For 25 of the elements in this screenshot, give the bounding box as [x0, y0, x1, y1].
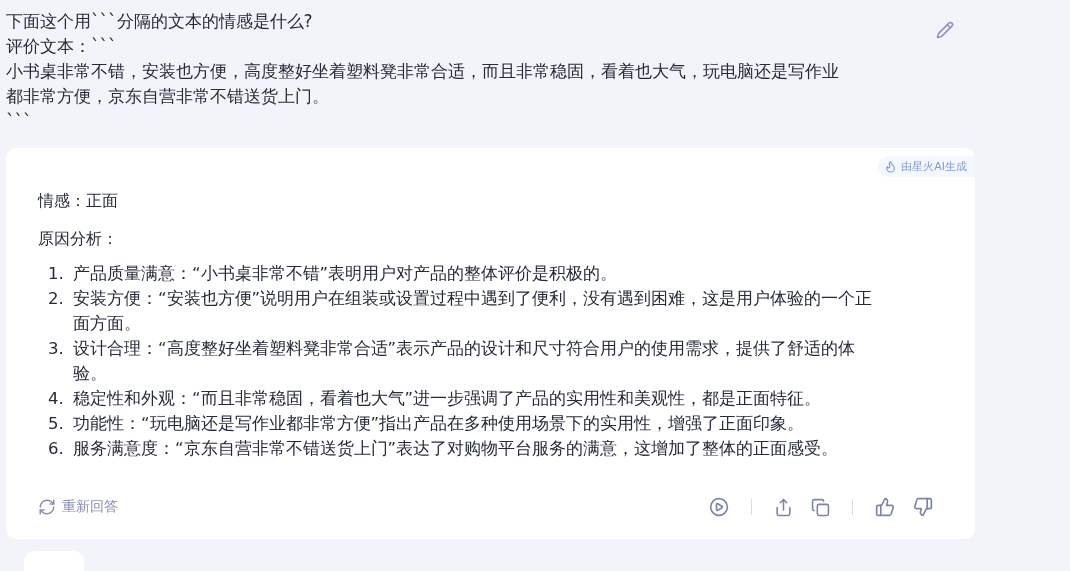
- question-text-line: 都非常方便，京东自营非常不错送货上门。: [6, 85, 330, 108]
- edit-icon[interactable]: [936, 21, 954, 39]
- reason-text: 服务满意度：“京东自营非常不错送货上门”表达了对购物平台服务的满意，这增加了整体的正面感受。: [73, 438, 839, 460]
- regenerate-button[interactable]: 重新回答: [38, 498, 118, 517]
- reason-text: 功能性：“玩电脑还是写作业都非常方便”指出产品在多种使用场景下的实用性，增强了正面印象。: [73, 413, 805, 435]
- question-text-line: ```: [6, 110, 33, 133]
- question-text-line: 评价文本：```: [6, 35, 118, 58]
- ai-generated-badge: 由星火AI生成: [878, 156, 975, 177]
- list-number: 6.: [48, 438, 65, 460]
- reason-text: 安装方便：“安装也方便”说明用户在组装或设置过程中遇到了便利，没有遇到困难，这是用户体验的一个正 面方面。: [73, 288, 873, 335]
- list-number: 5.: [48, 413, 65, 435]
- reason-text: 产品质量满意：“小书桌非常不错”表明用户对产品的整体评价是积极的。: [73, 263, 618, 285]
- flame-icon: [884, 160, 898, 173]
- question-text-line: 小书桌非常不错，安装也方便，高度整好坐着塑料凳非常合适，而且非常稳固，看着也大气，玩电脑还是写作业: [6, 60, 840, 83]
- share-icon: [774, 497, 793, 517]
- refresh-icon: [38, 498, 56, 517]
- list-number: 2.: [48, 288, 65, 310]
- reason-text: 稳定性和外观：“而且非常稳固，看着也大气”进一步强调了产品的实用性和美观性，都是正面特征。: [73, 388, 822, 410]
- list-number: 3.: [48, 338, 65, 360]
- analysis-title: 原因分析：: [38, 228, 119, 250]
- list-number: 4.: [48, 388, 65, 410]
- list-number: 1.: [48, 263, 65, 285]
- sentiment-text: 情感：正面: [38, 190, 119, 212]
- reason-text: 设计合理：“高度整好坐着塑料凳非常合适”表示产品的设计和尺寸符合用户的使用需求，提供了舒适的体 验。: [73, 338, 856, 385]
- question-text-line: 下面这个用```分隔的文本的情感是什么?: [6, 10, 314, 33]
